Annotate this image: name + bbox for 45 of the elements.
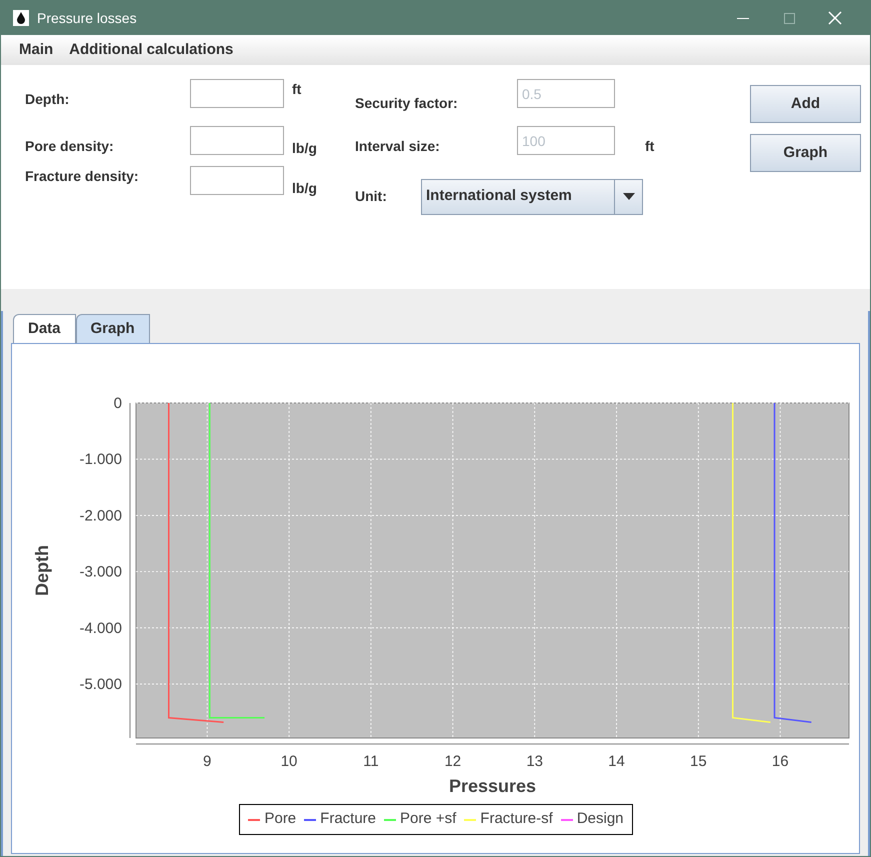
x-tick-label: 10 (280, 753, 298, 770)
legend-label: Fracture-sf (480, 809, 553, 830)
field-label: Interval size: (355, 137, 441, 156)
legend-label: Design (576, 809, 624, 830)
unit-label: ft (292, 80, 302, 99)
y-tick-label: -3.000 (79, 564, 122, 581)
unit-label: ft (645, 137, 654, 156)
y-tick-label: -2.000 (79, 507, 122, 524)
input-field[interactable] (190, 166, 284, 195)
app-icon (13, 10, 29, 26)
x-tick-label: 14 (608, 753, 625, 770)
dropdown-arrow-icon (622, 193, 634, 200)
legend-label: Fracture (320, 809, 376, 830)
field-label: Security factor: (355, 94, 459, 113)
legend-label: Pore +sf (400, 809, 456, 830)
legend-label: Pore (264, 809, 296, 830)
y-tick-label: 0 (114, 395, 122, 412)
x-axis-title: Pressures (448, 776, 536, 796)
y-tick-label: -1.000 (79, 451, 122, 468)
y-axis-title: Depth (32, 545, 52, 596)
action-button[interactable]: Graph (750, 134, 861, 172)
unit-dropdown[interactable]: International system (421, 178, 643, 214)
input-field[interactable] (190, 126, 284, 155)
x-tick-label: 15 (690, 753, 707, 770)
tab[interactable]: Data (13, 314, 76, 343)
y-tick-label: -5.000 (79, 676, 122, 694)
tab[interactable]: Graph (76, 314, 150, 343)
close-icon (828, 11, 842, 25)
y-tick-label: -4.000 (79, 620, 122, 637)
field-label: Depth: (25, 90, 70, 109)
x-tick-label: 11 (363, 753, 379, 770)
x-tick-label: 16 (772, 753, 789, 770)
input-field[interactable] (190, 79, 284, 108)
unit-label: lb/g (292, 179, 317, 198)
unit-label: lb/g (292, 139, 317, 158)
action-button[interactable]: Add (750, 85, 861, 123)
field-label: Unit: (355, 187, 388, 206)
window-title: Pressure losses (37, 8, 137, 28)
menu-item[interactable]: Main (19, 38, 54, 62)
field-label: Pore density: (25, 137, 115, 156)
field-label: Fracture density: (25, 167, 140, 186)
x-tick-label: 9 (203, 753, 212, 770)
x-tick-label: 13 (526, 753, 543, 770)
x-tick-label: 12 (444, 753, 462, 770)
menu-item[interactable]: Additional calculations (69, 38, 234, 62)
